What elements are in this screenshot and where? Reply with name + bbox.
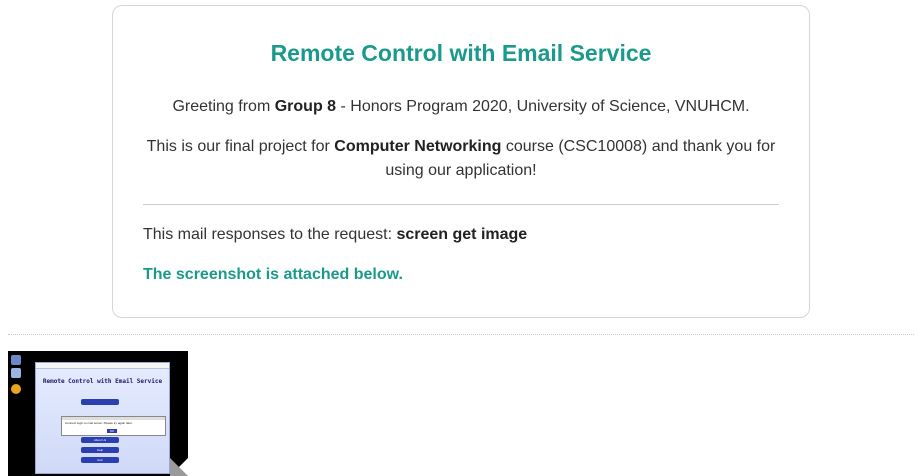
page-curl-shadow	[170, 458, 188, 476]
divider	[143, 204, 779, 205]
screenshot-attachment-thumbnail[interactable]: Remote Control with Email Service Connec…	[8, 351, 188, 476]
app-window-preview: Remote Control with Email Service Connec…	[35, 362, 170, 474]
email-card: Remote Control with Email Service Greeti…	[112, 5, 810, 318]
attached-note: The screenshot is attached below.	[143, 266, 403, 283]
email-title: Remote Control with Email Service	[270, 40, 652, 66]
request-prefix: This mail responses to the request:	[143, 226, 397, 243]
preview-ok-button: OK	[107, 429, 117, 433]
preview-button	[81, 399, 119, 405]
greeting-suffix: - Honors Program 2020, University of Sci…	[336, 98, 750, 115]
request-text: This mail responses to the request: scre…	[143, 226, 527, 244]
preview-exit-button: Exit	[81, 457, 119, 463]
course-name: Computer Networking	[334, 138, 502, 155]
request-command: screen get image	[396, 226, 528, 243]
desktop-icon	[11, 355, 21, 365]
group-name: Group 8	[274, 98, 337, 115]
preview-help-button: Help	[81, 447, 119, 453]
app-preview-title: Remote Control with Email Service	[42, 378, 163, 385]
preview-dialog: Connect login to mail server. Please try…	[61, 416, 166, 436]
greeting-text: Greeting from Group 8 - Honors Program 2…	[143, 95, 779, 119]
app-titlebar	[36, 363, 169, 369]
browser-icon	[11, 384, 21, 394]
project-text: This is our final project for Computer N…	[143, 135, 779, 183]
preview-dialog-text: Connect login to mail server. Please try…	[65, 421, 133, 425]
preview-about-button: About Us	[81, 437, 119, 443]
project-prefix: This is our final project for	[146, 138, 335, 155]
greeting-prefix: Greeting from	[172, 98, 275, 115]
attachment-separator	[8, 334, 914, 335]
desktop-icon	[11, 368, 21, 378]
